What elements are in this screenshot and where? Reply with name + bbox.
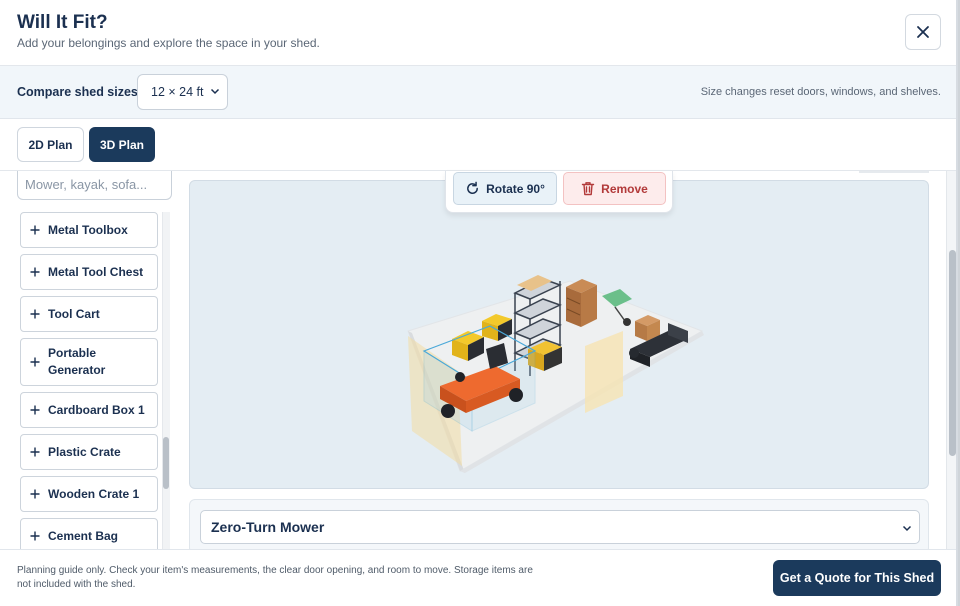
page-title: Will It Fit? [17,12,108,33]
list-item-label: Cement Bag [48,529,119,543]
close-button[interactable] [905,14,941,50]
selected-item-panel: Zero-Turn Mower [189,499,929,554]
modal-footer: Planning guide only. Check your item's m… [0,549,956,606]
trash-icon [581,182,595,196]
search-input[interactable] [17,171,172,200]
footer-disclaimer: Planning guide only. Check your item's m… [17,565,533,590]
list-item[interactable]: Cardboard Box 1 [20,392,158,428]
rotate-label: Rotate 90° [486,181,545,196]
tab-2d-plan[interactable]: 2D Plan [17,127,84,162]
3d-stage[interactable] [189,180,929,489]
item-list: Metal Toolbox Metal Tool Chest Tool Cart… [20,212,158,549]
plus-icon [30,531,40,541]
wooden-dresser [566,279,597,327]
sidebar-scrollbar[interactable] [162,212,170,549]
stage-toolbar: Rotate 90° Remove [445,171,673,213]
list-item[interactable]: Plastic Crate [20,434,158,470]
list-item[interactable]: Wooden Crate 1 [20,476,158,512]
selected-item-select[interactable]: Zero-Turn Mower [200,510,920,544]
rotate-button[interactable]: Rotate 90° [453,172,557,205]
compare-note: Size changes reset doors, windows, and s… [700,86,941,98]
compare-bar: Compare shed sizes 12 × 24 ft Size chang… [0,66,956,119]
plus-icon [30,309,40,319]
list-item[interactable]: Metal Toolbox [20,212,158,248]
item-sidebar: Metal Toolbox Metal Tool Chest Tool Cart… [0,171,182,549]
rotate-icon [467,181,479,194]
sidebar-scroll-thumb[interactable] [163,437,169,489]
plus-icon [30,225,40,235]
shed-3d-scene[interactable] [190,181,929,489]
selected-item-value: Zero-Turn Mower [211,519,325,535]
list-item[interactable]: Metal Tool Chest [20,254,158,290]
list-item-label: Metal Toolbox [48,223,128,237]
compare-label: Compare shed sizes [17,85,138,99]
modal-header: Will It Fit? Add your belongings and exp… [0,0,956,66]
stage-divider [859,171,929,173]
list-item[interactable]: Portable Generator [20,338,158,386]
list-item[interactable]: Cement Bag [20,518,158,549]
list-item-label: Cardboard Box 1 [48,403,145,417]
plus-icon [30,405,40,415]
list-item[interactable]: Tool Cart [20,296,158,332]
remove-button[interactable]: Remove [563,172,666,205]
will-it-fit-modal: Will It Fit? Add your belongings and exp… [0,0,958,606]
shed-size-value: 12 × 24 ft [151,85,204,99]
list-item-label: Portable Generator [48,346,106,377]
plus-icon [30,447,40,457]
view-toggle: 2D Plan 3D Plan [0,119,956,171]
tab-3d-plan[interactable]: 3D Plan [89,127,155,162]
list-item-label: Tool Cart [48,307,100,321]
remove-label: Remove [601,181,648,196]
plus-icon [30,267,40,277]
page-subtitle: Add your belongings and explore the spac… [17,36,320,50]
shed-size-select[interactable]: 12 × 24 ft [137,74,228,110]
plus-icon [30,357,40,367]
close-icon [917,26,929,38]
chevron-down-icon [902,525,912,532]
list-item-label: Plastic Crate [48,445,121,459]
chevron-down-icon [210,88,220,95]
list-item-label: Metal Tool Chest [48,265,144,279]
list-item-label: Wooden Crate 1 [48,487,140,501]
get-quote-button[interactable]: Get a Quote for This Shed [773,560,941,596]
plus-icon [30,489,40,499]
main-scroll-thumb[interactable] [949,250,956,456]
